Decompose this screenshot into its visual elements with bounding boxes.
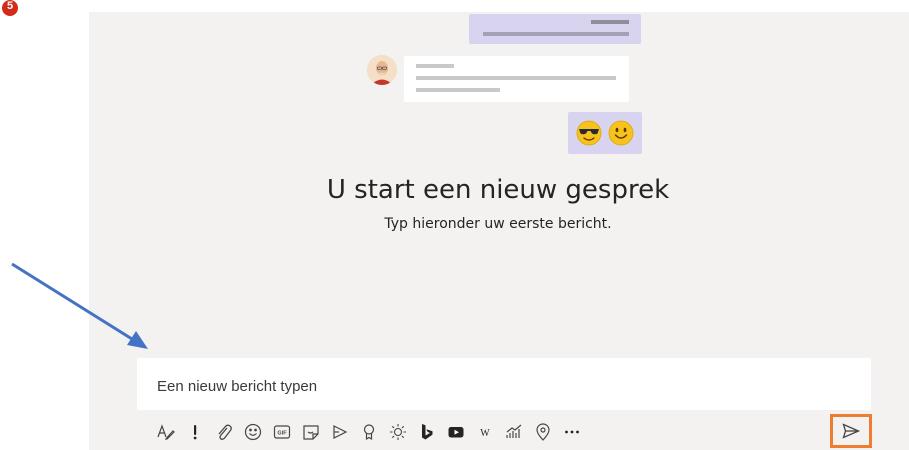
- conversation-subtitle: Typ hieronder uw eerste bericht.: [384, 216, 612, 232]
- message-input[interactable]: [155, 374, 849, 398]
- bing-icon: [421, 424, 432, 440]
- emoji-icon: [244, 423, 261, 441]
- meet-now-button[interactable]: [325, 420, 354, 444]
- wikipedia-button[interactable]: W: [470, 420, 499, 444]
- send-button[interactable]: [830, 414, 872, 448]
- more-icon: [564, 430, 579, 434]
- attach-button[interactable]: [209, 420, 238, 444]
- format-button[interactable]: [151, 420, 180, 444]
- sticker-icon: [302, 425, 319, 440]
- smiley-emoji-icon: [608, 120, 634, 146]
- illustration-outgoing-message: [469, 14, 641, 44]
- step-number-badge: 5: [2, 0, 18, 16]
- svg-text:GIF: GIF: [277, 431, 287, 437]
- praise-button[interactable]: [354, 420, 383, 444]
- emoji-button[interactable]: [238, 420, 267, 444]
- gif-button[interactable]: GIF: [267, 420, 296, 444]
- sun-button[interactable]: [383, 420, 412, 444]
- chart-icon: [505, 424, 521, 438]
- attach-icon: [218, 424, 232, 440]
- more-options-button[interactable]: [557, 420, 586, 444]
- bing-button[interactable]: [412, 420, 441, 444]
- gif-icon: GIF: [273, 425, 290, 439]
- location-icon: [535, 423, 550, 441]
- chart-button[interactable]: [499, 420, 528, 444]
- location-button[interactable]: [528, 420, 557, 444]
- wikipedia-icon: W: [480, 428, 490, 439]
- conversation-title: U start een nieuw gesprek: [326, 175, 670, 205]
- important-button[interactable]: [180, 420, 209, 444]
- youtube-button[interactable]: [441, 420, 470, 444]
- important-icon: [193, 425, 196, 440]
- chat-panel: U start een nieuw gesprek Typ hieronder …: [89, 12, 909, 450]
- sticker-button[interactable]: [296, 420, 325, 444]
- youtube-icon: [448, 427, 463, 438]
- meet-now-icon: [332, 425, 347, 439]
- sun-icon: [389, 424, 406, 440]
- illustration-emoji-message: [568, 112, 642, 154]
- avatar: [367, 55, 397, 85]
- compose-box[interactable]: [137, 358, 871, 410]
- send-icon: [842, 423, 861, 439]
- illustration-incoming-message: [404, 56, 629, 102]
- format-icon: [156, 424, 175, 440]
- praise-icon: [363, 424, 374, 441]
- compose-toolbar: GIF W: [151, 420, 586, 444]
- sunglasses-emoji-icon: [576, 120, 602, 146]
- svg-text:W: W: [480, 428, 490, 439]
